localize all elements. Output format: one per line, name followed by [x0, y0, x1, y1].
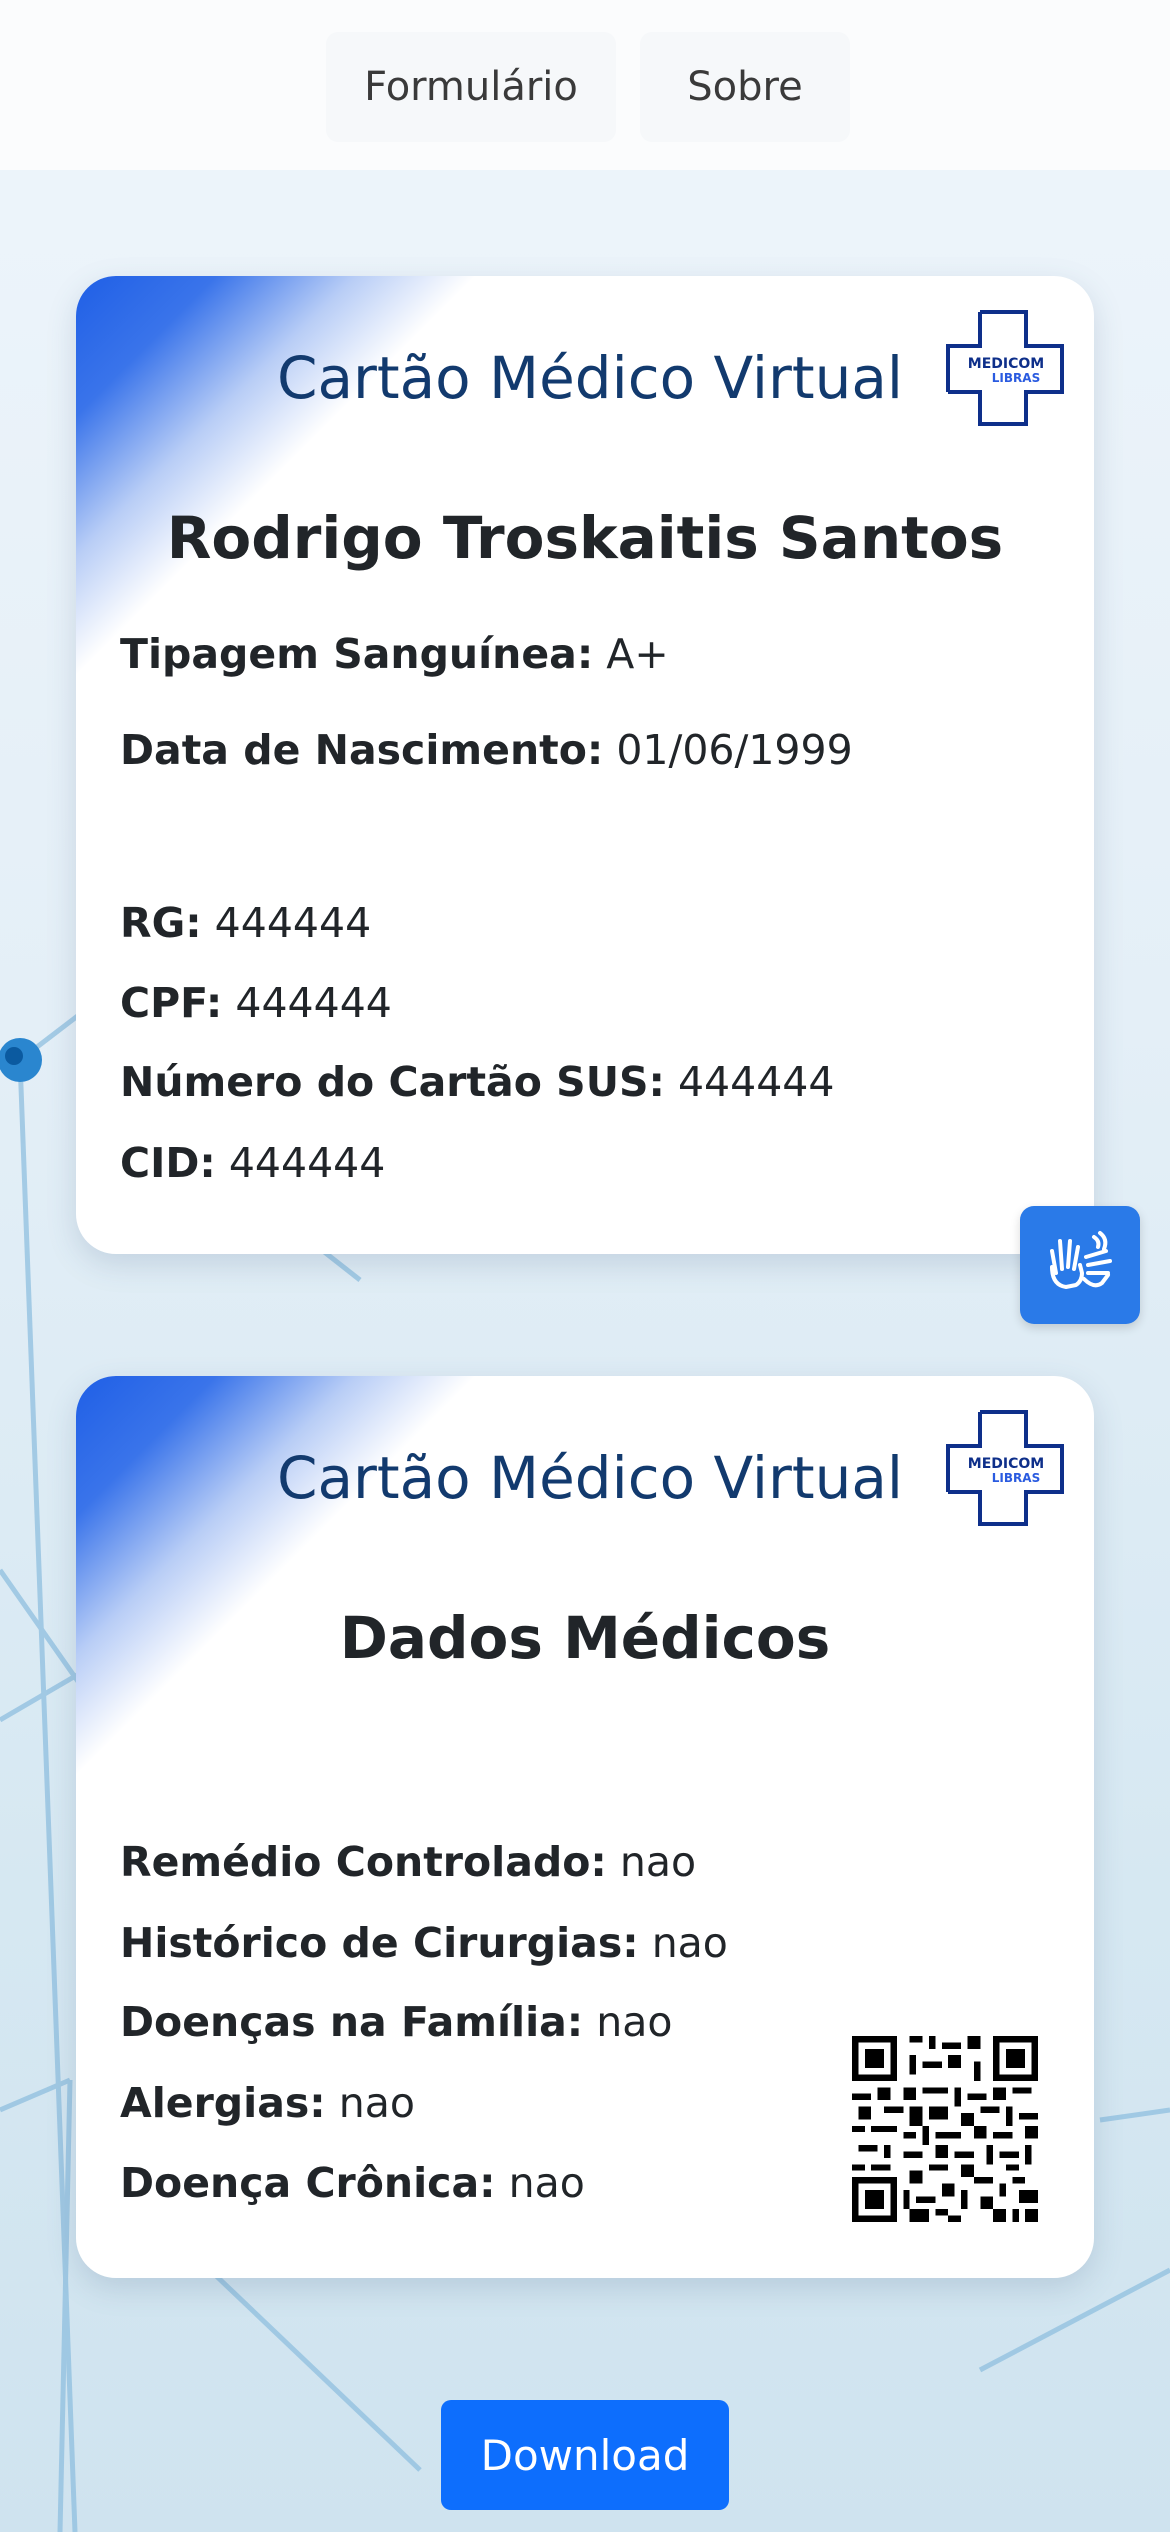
svg-text:LIBRAS: LIBRAS: [992, 1471, 1040, 1485]
nav-sobre[interactable]: Sobre: [640, 32, 850, 142]
libras-accessibility-button[interactable]: [1020, 1206, 1140, 1324]
sign-language-icon: [1050, 1231, 1112, 1289]
field-birth-date: Data de Nascimento: 01/06/1999: [120, 726, 853, 774]
personal-card: Cartão Médico Virtual MEDICOM LIBRAS Rod…: [76, 276, 1094, 1254]
field-chronic-disease: Doença Crônica: nao: [120, 2159, 585, 2207]
field-sus-card: Número do Cartão SUS: 444444: [120, 1058, 835, 1106]
medicom-libras-logo: MEDICOM LIBRAS: [946, 1410, 1066, 1526]
section-heading: Dados Médicos: [339, 1604, 831, 1672]
field-family-diseases: Doenças na Família: nao: [120, 1998, 673, 2046]
field-controlled-medicine: Remédio Controlado: nao: [120, 1838, 697, 1886]
medicom-libras-logo: MEDICOM LIBRAS: [946, 310, 1066, 426]
field-rg: RG: 444444: [120, 899, 372, 947]
field-blood-type: Tipagem Sanguínea: A+: [120, 630, 669, 678]
medical-data-card: Cartão Médico Virtual MEDICOM LIBRAS Dad…: [76, 1376, 1094, 2278]
download-button[interactable]: Download: [441, 2400, 729, 2510]
qr-code-icon: [852, 2036, 1038, 2222]
field-surgery-history: Histórico de Cirurgias: nao: [120, 1919, 728, 1967]
card-title: Cartão Médico Virtual: [276, 1444, 904, 1512]
svg-text:MEDICOM: MEDICOM: [968, 356, 1044, 372]
top-navbar: Formulário Sobre: [0, 0, 1170, 170]
svg-text:MEDICOM: MEDICOM: [968, 1456, 1044, 1472]
field-cpf: CPF: 444444: [120, 979, 392, 1027]
svg-text:LIBRAS: LIBRAS: [992, 371, 1040, 385]
patient-name: Rodrigo Troskaitis Santos: [166, 504, 1004, 572]
field-allergies: Alergias: nao: [120, 2079, 415, 2127]
card-title: Cartão Médico Virtual: [276, 344, 904, 412]
field-cid: CID: 444444: [120, 1139, 386, 1187]
nav-formulario[interactable]: Formulário: [326, 32, 616, 142]
